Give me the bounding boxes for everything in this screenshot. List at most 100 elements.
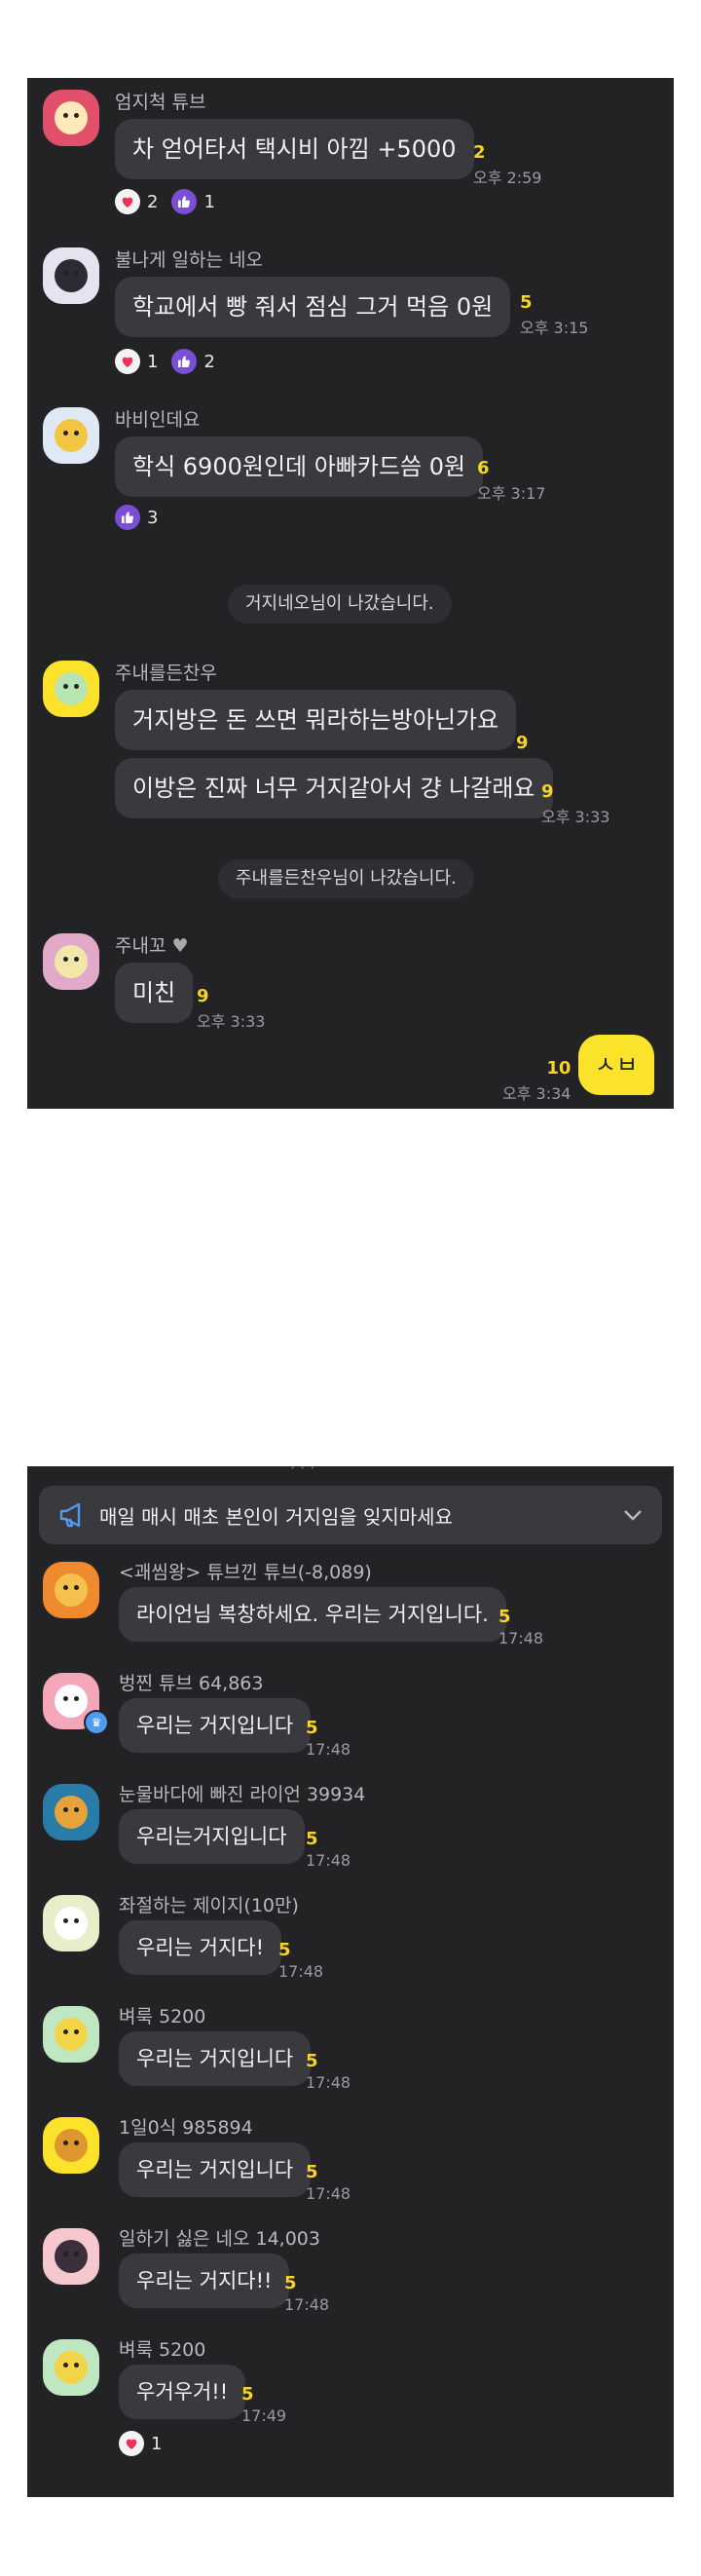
avatar[interactable] xyxy=(43,2228,99,2285)
chat-panel-top: 엄지척 튜브 차 얻어타서 택시비 아낌 +5000 2 오후 2:59 2 1 xyxy=(27,78,674,1109)
avatar[interactable] xyxy=(43,661,99,717)
tube-character-icon xyxy=(55,1573,88,1607)
message-meta: 5 17:48 xyxy=(306,1718,350,1759)
reaction-count: 1 xyxy=(147,351,159,372)
thumbs-up-icon xyxy=(171,349,198,374)
message-meta: 9 xyxy=(516,733,529,755)
reaction-heart[interactable]: 1 xyxy=(115,349,158,374)
notice-banner[interactable]: 매일 매시 매초 본인이 거지임을 잊지마세요 xyxy=(39,1486,662,1544)
heart-icon xyxy=(119,2431,144,2456)
reactions: 3 xyxy=(115,505,158,530)
muzi-character-icon xyxy=(55,945,88,978)
avatar[interactable] xyxy=(43,247,99,304)
message-time: 17:48 xyxy=(306,2073,351,2092)
message-meta: 5 17:48 xyxy=(306,1829,350,1870)
unread-count: 9 xyxy=(541,781,554,802)
message-bubble[interactable]: 차 얻어타서 택시비 아낌 +5000 xyxy=(115,119,474,179)
reaction-count: 3 xyxy=(147,507,159,528)
avatar[interactable] xyxy=(43,90,99,146)
avatar[interactable] xyxy=(43,2339,99,2396)
reactions: 1 xyxy=(119,2431,162,2456)
chat-panel-bottom: · · · 매일 매시 매초 본인이 거지임을 잊지마세요 <괘씸왕> 튜브낀 … xyxy=(27,1466,674,2497)
message-time: 17:48 xyxy=(306,1740,351,1759)
message-bubble[interactable]: 우거우거!! xyxy=(119,2365,246,2419)
avatar[interactable] xyxy=(43,1562,99,1618)
sender-name: 좌절하는 제이지(10만) xyxy=(119,1895,299,1916)
message-bubble[interactable]: 이방은 진짜 너무 거지같아서 걍 나갈래요 xyxy=(115,758,553,818)
message-time: 17:48 xyxy=(498,1629,544,1648)
message-meta: 5 17:48 xyxy=(278,1940,323,1981)
message-time: 17:48 xyxy=(278,1962,324,1981)
rabbit-character-icon xyxy=(55,2018,88,2051)
unread-count: 5 xyxy=(241,2384,254,2405)
sender-name: 불나게 일하는 네오 xyxy=(115,249,263,271)
banner-text: 매일 매시 매초 본인이 거지임을 잊지마세요 xyxy=(99,1504,453,1529)
avatar[interactable] xyxy=(43,1784,99,1840)
message-meta: 5 17:48 xyxy=(498,1607,543,1648)
reaction-thumb[interactable]: 2 xyxy=(171,349,215,374)
heart-icon: ♥ xyxy=(171,935,189,957)
unread-count: 5 xyxy=(278,1940,291,1960)
unread-count: 9 xyxy=(197,986,209,1006)
sender-name: 바비인데요 xyxy=(115,409,201,431)
my-message-meta: 10 오후 3:34 xyxy=(502,1058,571,1104)
sender-name: 눈물바다에 빠진 라이언 39934 xyxy=(119,1784,366,1805)
my-message-bubble[interactable]: ㅅㅂ xyxy=(578,1035,654,1095)
unread-count: 5 xyxy=(306,2162,318,2182)
message-meta: 5 오후 3:15 xyxy=(520,292,588,338)
reaction-count: 1 xyxy=(151,2433,163,2454)
avatar[interactable] xyxy=(43,2117,99,2174)
message-bubble[interactable]: 학교에서 빵 줘서 점심 그거 먹음 0원 xyxy=(115,277,511,337)
message-bubble[interactable]: 우리는 거지입니다 xyxy=(119,2142,312,2197)
message-bubble[interactable]: 거지방은 돈 쓰면 뭐라하는방아닌가요 xyxy=(115,690,517,750)
reaction-thumb[interactable]: 1 xyxy=(171,189,215,214)
reaction-heart[interactable]: 2 xyxy=(115,189,158,214)
sender-name: 주내꼬 ♥ xyxy=(115,935,189,957)
neo-character-icon xyxy=(55,2240,88,2273)
unread-count: 5 xyxy=(306,2051,318,2071)
sender-name: 벙찐 튜브 64,863 xyxy=(119,1673,264,1694)
avatar[interactable] xyxy=(43,933,99,990)
thumbs-up-icon xyxy=(115,505,140,530)
rabbit-character-icon xyxy=(55,672,88,705)
message-bubble[interactable]: 미친 xyxy=(115,963,194,1023)
unread-count: 5 xyxy=(498,1607,511,1627)
message-bubble[interactable]: 우리는 거지입니다 xyxy=(119,2031,312,2086)
message-bubble[interactable]: 우리는거지입니다 xyxy=(119,1809,305,1864)
unread-count: 6 xyxy=(477,458,490,478)
reaction-count: 2 xyxy=(147,191,159,212)
message-bubble[interactable]: 학식 6900원인데 아빠카드씀 0원 xyxy=(115,436,484,497)
message-time: 오후 3:33 xyxy=(541,808,610,826)
avatar[interactable] xyxy=(43,2006,99,2063)
system-notice: 주내를든찬우님이 나갔습니다. xyxy=(218,859,474,898)
thumbs-up-icon xyxy=(171,189,198,214)
chevron-down-icon[interactable] xyxy=(621,1503,645,1531)
unread-count: 5 xyxy=(306,1718,318,1738)
sender-name: 벼룩 5200 xyxy=(119,2006,206,2027)
avatar[interactable] xyxy=(43,1895,99,1951)
avatar[interactable] xyxy=(43,407,99,464)
reaction-heart[interactable]: 1 xyxy=(119,2431,162,2456)
unread-count: 5 xyxy=(284,2273,297,2293)
ryan-character-icon xyxy=(55,1796,88,1829)
message-bubble[interactable]: 라이언님 복창하세요. 우리는 거지입니다. xyxy=(119,1587,506,1642)
message-time: 오후 3:17 xyxy=(477,484,546,503)
rabbit-character-icon xyxy=(55,2351,88,2384)
message-bubble[interactable]: 우리는 거지다! xyxy=(119,1920,282,1975)
unread-count: 10 xyxy=(546,1058,572,1079)
unread-count: 2 xyxy=(473,142,486,163)
reaction-thumb[interactable]: 3 xyxy=(115,505,158,530)
message-time: 17:48 xyxy=(284,2295,330,2314)
duck-character-icon xyxy=(55,1685,88,1718)
sender-name: 벼룩 5200 xyxy=(119,2339,206,2361)
message-bubble[interactable]: 우리는 거지입니다 xyxy=(119,1698,312,1753)
bird-character-icon xyxy=(55,419,88,452)
message-bubble[interactable]: 우리는 거지다!! xyxy=(119,2254,290,2308)
message-meta: 2 오후 2:59 xyxy=(473,142,541,188)
message-time: 오후 2:59 xyxy=(473,169,542,187)
sender-name: 주내를든찬우 xyxy=(115,663,217,684)
message-time: 오후 3:34 xyxy=(502,1084,572,1103)
unread-count: 5 xyxy=(520,292,533,313)
sender-name: 1일0식 985894 xyxy=(119,2117,253,2139)
heart-icon xyxy=(115,189,140,214)
